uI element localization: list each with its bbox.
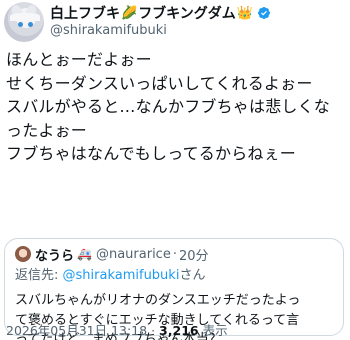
- quoted-author-avatar[interactable]: [15, 246, 31, 262]
- views-count: 3,216: [159, 323, 199, 338]
- tweet-line: ほんとぉーだよぉー: [6, 50, 152, 69]
- reply-to-suffix: さん: [179, 268, 206, 283]
- tweet-meta: 2026年05月31日 13:18 · 3,216 表示: [6, 320, 228, 339]
- verified-badge-icon[interactable]: [257, 6, 271, 20]
- reply-to-prefix: 返信先:: [15, 268, 63, 283]
- tweet-line: フブちゃはなんでもしってるからねぇー: [6, 144, 297, 164]
- ambulance-emoji: 🚑: [77, 247, 92, 261]
- quoted-tweet-header: なうら 🚑 @naurarice · 20分: [15, 245, 209, 264]
- author-name-line[interactable]: 白上フブキ 🌽 フブキングダム 👑: [50, 4, 271, 22]
- quoted-tweet-time[interactable]: 20分: [179, 245, 209, 264]
- author-name-suffix[interactable]: フブキングダム: [138, 3, 236, 23]
- separator-dot: ·: [172, 246, 177, 262]
- meta-separator: ·: [147, 323, 160, 338]
- author-avatar[interactable]: [4, 2, 44, 42]
- crown-emoji: 👑: [236, 5, 253, 21]
- tweet-line: せくちーダンスいっぱいしてくれるよぉー: [6, 73, 313, 93]
- avatar-hair: [10, 13, 40, 21]
- author-display-name[interactable]: 白上フブキ: [50, 3, 120, 23]
- tweet-view: 白上フブキ 🌽 フブキングダム 👑 @shirakamifubuki ほんとぉー…: [0, 0, 350, 340]
- tweet-line: ったよぉー: [6, 120, 88, 140]
- reply-to-line: 返信先: @shirakamifubukiさん: [15, 264, 205, 283]
- author-handle[interactable]: @shirakamifubuki: [50, 23, 167, 38]
- quoted-author-handle[interactable]: @naurarice: [96, 247, 171, 262]
- tweet-body: ほんとぉーだよぉー せくちーダンスいっぱいしてくれるよぉー スバルがやると…なん…: [6, 48, 346, 166]
- quoted-tweet-line: スバルちゃんがリオナのダンスエッチだったよっ: [15, 293, 301, 308]
- views-label: 表示: [198, 323, 228, 338]
- tweet-line: スバルがやると…なんかフブちゃは悲しくな: [6, 97, 331, 117]
- avatar-eye-left: [18, 22, 23, 27]
- avatar-eye-right: [28, 22, 33, 27]
- corn-emoji: 🌽: [121, 5, 138, 21]
- quoted-author-name[interactable]: なうら: [35, 245, 74, 264]
- tweet-header: 白上フブキ 🌽 フブキングダム 👑 @shirakamifubuki: [0, 0, 350, 42]
- tweet-timestamp[interactable]: 2026年05月31日 13:18: [6, 323, 147, 338]
- reply-to-mention[interactable]: @shirakamifubuki: [63, 268, 180, 283]
